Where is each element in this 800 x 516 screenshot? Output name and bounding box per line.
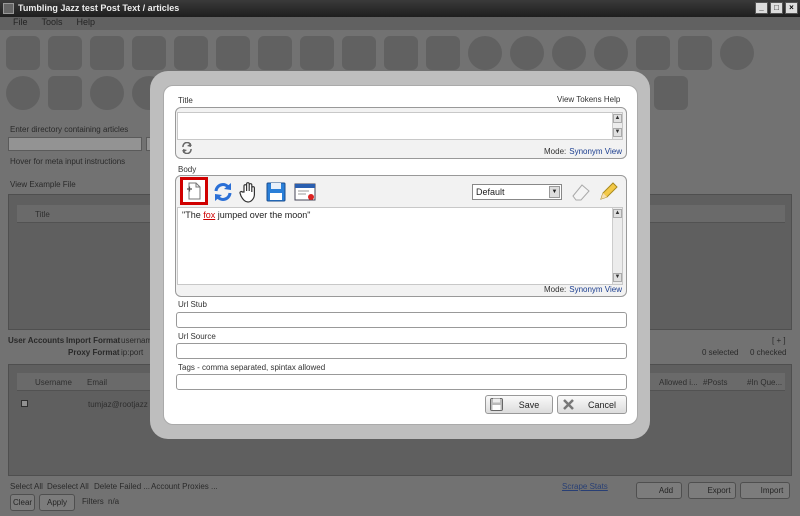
body-textarea[interactable]: "The fox jumped over the moon" xyxy=(177,207,623,285)
title-input[interactable] xyxy=(177,112,623,140)
cancel-button-label: Cancel xyxy=(587,400,616,410)
app-icon xyxy=(3,3,14,14)
tags-label: Tags - comma separated, spintax allowed xyxy=(178,363,326,372)
eraser-icon[interactable] xyxy=(570,181,592,203)
template-select-value: Default xyxy=(476,187,505,197)
preview-window-icon[interactable] xyxy=(294,181,316,203)
title-mode-label: Mode: xyxy=(544,147,567,156)
save-button[interactable]: Save xyxy=(485,395,553,414)
save-button-label: Save xyxy=(518,400,540,410)
title-mode-indicator: Mode: Synonym View xyxy=(544,147,622,156)
body-text-start: "The xyxy=(182,210,204,220)
body-mode-label: Mode: xyxy=(544,285,567,294)
body-label: Body xyxy=(178,165,197,174)
title-label: Title xyxy=(178,96,193,105)
refresh-icon[interactable] xyxy=(212,181,234,203)
chevron-down-icon[interactable]: ▼ xyxy=(549,186,560,198)
close-icon[interactable]: × xyxy=(785,2,798,14)
save-disk-icon[interactable] xyxy=(265,181,287,203)
new-document-icon xyxy=(187,182,201,200)
refresh-small-icon[interactable] xyxy=(181,142,193,154)
url-source-input[interactable] xyxy=(176,343,627,359)
minimize-icon[interactable]: _ xyxy=(755,2,768,14)
title-scrollbar[interactable]: ▲ ▼ xyxy=(612,113,622,139)
window-title: Tumbling Jazz test Post Text / articles xyxy=(18,3,180,13)
maximize-icon[interactable]: □ xyxy=(770,2,783,14)
body-token[interactable]: fox xyxy=(203,210,215,220)
new-document-button[interactable] xyxy=(180,177,208,205)
scroll-down-icon[interactable]: ▼ xyxy=(613,128,622,137)
scroll-up-icon[interactable]: ▲ xyxy=(613,209,622,218)
url-source-label: Url Source xyxy=(178,332,216,341)
pencil-icon[interactable] xyxy=(597,181,619,203)
body-mode-value[interactable]: Synonym View xyxy=(569,285,622,294)
title-mode-value[interactable]: Synonym View xyxy=(569,147,622,156)
window-titlebar: Tumbling Jazz test Post Text / articles … xyxy=(0,0,800,17)
scroll-up-icon[interactable]: ▲ xyxy=(613,114,622,123)
view-tokens-help-link[interactable]: View Tokens Help xyxy=(557,95,620,104)
scroll-down-icon[interactable]: ▼ xyxy=(613,273,622,282)
tags-input[interactable] xyxy=(176,374,627,390)
body-mode-indicator: Mode: Synonym View xyxy=(544,285,622,294)
body-text-end: jumped over the moon" xyxy=(215,210,311,220)
template-select[interactable]: Default ▼ xyxy=(472,184,562,200)
url-stub-label: Url Stub xyxy=(178,300,207,309)
body-scrollbar[interactable]: ▲ ▼ xyxy=(612,208,622,284)
hand-icon[interactable] xyxy=(238,181,260,203)
window-controls: _ □ × xyxy=(755,2,798,14)
cancel-button[interactable]: Cancel xyxy=(557,395,627,414)
url-stub-input[interactable] xyxy=(176,312,627,328)
